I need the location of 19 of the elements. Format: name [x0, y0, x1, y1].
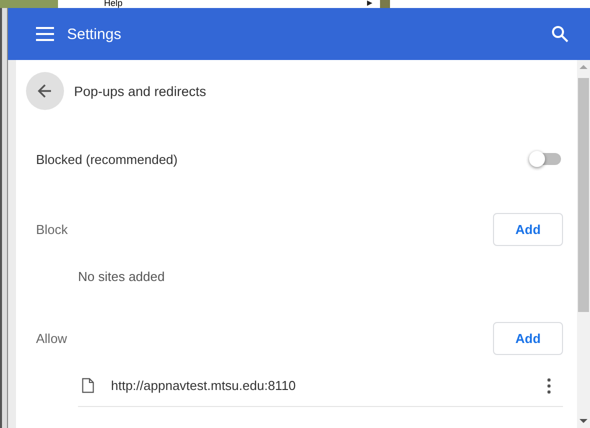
setting-label: Blocked (recommended) — [36, 152, 178, 166]
section-title: Block — [36, 222, 68, 236]
menu-icon[interactable] — [35, 26, 55, 42]
scrollbar[interactable] — [577, 60, 590, 428]
search-icon[interactable] — [551, 25, 569, 43]
photo-placeholder — [0, 0, 58, 8]
add-button[interactable]: Add — [493, 322, 563, 354]
toggle-switch[interactable] — [529, 151, 563, 167]
add-button[interactable]: Add — [493, 212, 563, 246]
more-icon[interactable] — [547, 378, 551, 394]
back-button[interactable] — [26, 72, 64, 110]
photo-placeholder — [380, 0, 390, 8]
back-arrow-icon — [37, 83, 53, 99]
page-title: Pop-ups and redirects — [74, 84, 206, 98]
section-title: Allow — [36, 330, 68, 346]
site-url: http://appnavtest.mtsu.edu:8110 — [111, 378, 296, 393]
file-icon — [82, 378, 94, 393]
empty-message: No sites added — [77, 268, 166, 286]
app-title: Settings — [67, 26, 122, 42]
